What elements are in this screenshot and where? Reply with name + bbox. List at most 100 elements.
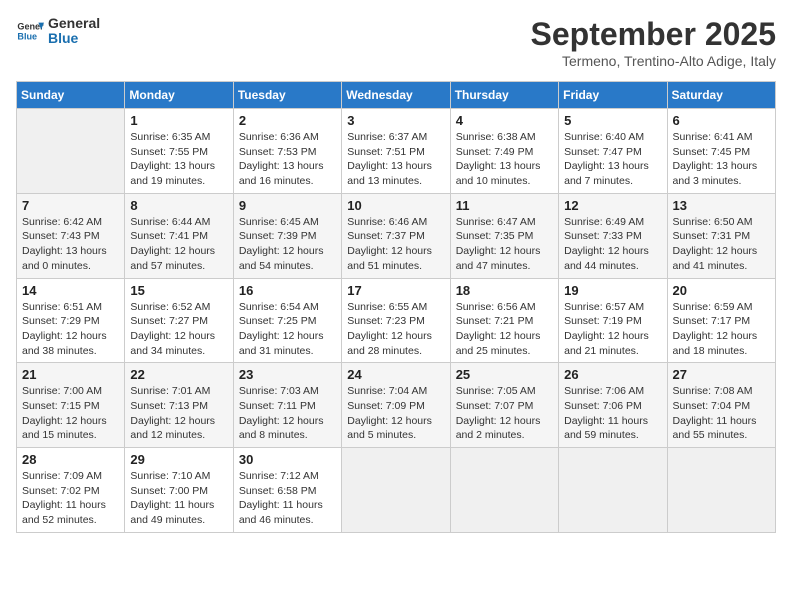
calendar-cell: 15 Sunrise: 6:52 AM Sunset: 7:27 PM Dayli… [125, 278, 233, 363]
day-info: Sunrise: 6:45 AM Sunset: 7:39 PM Dayligh… [239, 215, 336, 274]
calendar-cell: 12 Sunrise: 6:49 AM Sunset: 7:33 PM Dayli… [559, 193, 667, 278]
calendar-cell: 16 Sunrise: 6:54 AM Sunset: 7:25 PM Dayli… [233, 278, 341, 363]
calendar-cell [450, 448, 558, 533]
calendar-cell: 8 Sunrise: 6:44 AM Sunset: 7:41 PM Daylig… [125, 193, 233, 278]
calendar-cell: 30 Sunrise: 7:12 AM Sunset: 6:58 PM Dayli… [233, 448, 341, 533]
day-info: Sunrise: 7:03 AM Sunset: 7:11 PM Dayligh… [239, 384, 336, 443]
day-number: 3 [347, 113, 444, 128]
calendar-cell: 2Sunrise: 6:36 AM Sunset: 7:53 PM Daylig… [233, 109, 341, 194]
day-number: 26 [564, 367, 661, 382]
day-number: 4 [456, 113, 553, 128]
day-number: 30 [239, 452, 336, 467]
day-number: 7 [22, 198, 119, 213]
day-info: Sunrise: 6:49 AM Sunset: 7:33 PM Dayligh… [564, 215, 661, 274]
day-number: 29 [130, 452, 227, 467]
day-number: 24 [347, 367, 444, 382]
day-info: Sunrise: 7:00 AM Sunset: 7:15 PM Dayligh… [22, 384, 119, 443]
day-number: 21 [22, 367, 119, 382]
calendar-cell [559, 448, 667, 533]
calendar-cell: 10 Sunrise: 6:46 AM Sunset: 7:37 PM Dayli… [342, 193, 450, 278]
calendar-cell: 6Sunrise: 6:41 AM Sunset: 7:45 PM Daylig… [667, 109, 775, 194]
calendar-cell: 4 Sunrise: 6:38 AM Sunset: 7:49 PM Daylig… [450, 109, 558, 194]
calendar-cell: 3 Sunrise: 6:37 AM Sunset: 7:51 PM Daylig… [342, 109, 450, 194]
calendar-cell: 29 Sunrise: 7:10 AM Sunset: 7:00 PM Dayli… [125, 448, 233, 533]
logo: General Blue General Blue [16, 16, 100, 47]
day-info: Sunrise: 7:10 AM Sunset: 7:00 PM Dayligh… [130, 469, 227, 528]
day-number: 8 [130, 198, 227, 213]
day-header-friday: Friday [559, 82, 667, 109]
calendar-cell: 5Sunrise: 6:40 AM Sunset: 7:47 PM Daylig… [559, 109, 667, 194]
day-info: Sunrise: 6:46 AM Sunset: 7:37 PM Dayligh… [347, 215, 444, 274]
subtitle: Termeno, Trentino-Alto Adige, Italy [531, 53, 776, 69]
day-number: 16 [239, 283, 336, 298]
day-info: Sunrise: 6:59 AM Sunset: 7:17 PM Dayligh… [673, 300, 770, 359]
day-info: Sunrise: 7:12 AM Sunset: 6:58 PM Dayligh… [239, 469, 336, 528]
day-info: Sunrise: 6:56 AM Sunset: 7:21 PM Dayligh… [456, 300, 553, 359]
day-number: 1 [130, 113, 227, 128]
calendar-cell: 13Sunrise: 6:50 AM Sunset: 7:31 PM Dayli… [667, 193, 775, 278]
day-number: 17 [347, 283, 444, 298]
day-header-saturday: Saturday [667, 82, 775, 109]
month-title: September 2025 [531, 16, 776, 53]
day-number: 2 [239, 113, 336, 128]
calendar-week-1: 7 Sunrise: 6:42 AM Sunset: 7:43 PM Daylig… [17, 193, 776, 278]
day-number: 12 [564, 198, 661, 213]
calendar-cell: 1 Sunrise: 6:35 AM Sunset: 7:55 PM Daylig… [125, 109, 233, 194]
calendar-cell: 27Sunrise: 7:08 AM Sunset: 7:04 PM Dayli… [667, 363, 775, 448]
day-number: 11 [456, 198, 553, 213]
day-info: Sunrise: 6:37 AM Sunset: 7:51 PM Dayligh… [347, 130, 444, 189]
day-info: Sunrise: 6:35 AM Sunset: 7:55 PM Dayligh… [130, 130, 227, 189]
day-number: 6 [673, 113, 770, 128]
calendar-week-3: 21 Sunrise: 7:00 AM Sunset: 7:15 PM Dayli… [17, 363, 776, 448]
day-info: Sunrise: 6:38 AM Sunset: 7:49 PM Dayligh… [456, 130, 553, 189]
day-info: Sunrise: 7:06 AM Sunset: 7:06 PM Dayligh… [564, 384, 661, 443]
day-header-monday: Monday [125, 82, 233, 109]
day-number: 28 [22, 452, 119, 467]
calendar-cell: 25Sunrise: 7:05 AM Sunset: 7:07 PM Dayli… [450, 363, 558, 448]
day-info: Sunrise: 6:42 AM Sunset: 7:43 PM Dayligh… [22, 215, 119, 274]
calendar-table: SundayMondayTuesdayWednesdayThursdayFrid… [16, 81, 776, 533]
calendar-cell: 19Sunrise: 6:57 AM Sunset: 7:19 PM Dayli… [559, 278, 667, 363]
day-header-tuesday: Tuesday [233, 82, 341, 109]
calendar-cell: 23 Sunrise: 7:03 AM Sunset: 7:11 PM Dayli… [233, 363, 341, 448]
day-info: Sunrise: 6:55 AM Sunset: 7:23 PM Dayligh… [347, 300, 444, 359]
day-header-sunday: Sunday [17, 82, 125, 109]
logo-text-general: General [48, 16, 100, 31]
calendar-cell: 20 Sunrise: 6:59 AM Sunset: 7:17 PM Dayli… [667, 278, 775, 363]
day-info: Sunrise: 6:40 AM Sunset: 7:47 PM Dayligh… [564, 130, 661, 189]
day-number: 10 [347, 198, 444, 213]
calendar-cell [667, 448, 775, 533]
day-info: Sunrise: 7:04 AM Sunset: 7:09 PM Dayligh… [347, 384, 444, 443]
calendar-cell: 28Sunrise: 7:09 AM Sunset: 7:02 PM Dayli… [17, 448, 125, 533]
day-info: Sunrise: 6:52 AM Sunset: 7:27 PM Dayligh… [130, 300, 227, 359]
day-info: Sunrise: 6:47 AM Sunset: 7:35 PM Dayligh… [456, 215, 553, 274]
calendar-cell [342, 448, 450, 533]
calendar-week-0: 1 Sunrise: 6:35 AM Sunset: 7:55 PM Daylig… [17, 109, 776, 194]
day-info: Sunrise: 6:57 AM Sunset: 7:19 PM Dayligh… [564, 300, 661, 359]
logo-text-blue: Blue [48, 31, 100, 46]
day-header-wednesday: Wednesday [342, 82, 450, 109]
day-number: 14 [22, 283, 119, 298]
day-number: 20 [673, 283, 770, 298]
calendar-cell: 14Sunrise: 6:51 AM Sunset: 7:29 PM Dayli… [17, 278, 125, 363]
header: General Blue General Blue September 2025… [16, 16, 776, 69]
calendar-week-4: 28Sunrise: 7:09 AM Sunset: 7:02 PM Dayli… [17, 448, 776, 533]
calendar-cell: 21 Sunrise: 7:00 AM Sunset: 7:15 PM Dayli… [17, 363, 125, 448]
calendar-cell: 24 Sunrise: 7:04 AM Sunset: 7:09 PM Dayli… [342, 363, 450, 448]
day-number: 23 [239, 367, 336, 382]
day-info: Sunrise: 6:44 AM Sunset: 7:41 PM Dayligh… [130, 215, 227, 274]
day-number: 22 [130, 367, 227, 382]
calendar-cell: 22Sunrise: 7:01 AM Sunset: 7:13 PM Dayli… [125, 363, 233, 448]
day-number: 9 [239, 198, 336, 213]
calendar-cell: 18Sunrise: 6:56 AM Sunset: 7:21 PM Dayli… [450, 278, 558, 363]
logo-icon: General Blue [16, 17, 44, 45]
day-header-thursday: Thursday [450, 82, 558, 109]
calendar-week-2: 14Sunrise: 6:51 AM Sunset: 7:29 PM Dayli… [17, 278, 776, 363]
day-number: 13 [673, 198, 770, 213]
calendar-cell: 11 Sunrise: 6:47 AM Sunset: 7:35 PM Dayli… [450, 193, 558, 278]
day-info: Sunrise: 7:08 AM Sunset: 7:04 PM Dayligh… [673, 384, 770, 443]
calendar-cell: 17 Sunrise: 6:55 AM Sunset: 7:23 PM Dayli… [342, 278, 450, 363]
calendar-cell: 26 Sunrise: 7:06 AM Sunset: 7:06 PM Dayli… [559, 363, 667, 448]
day-info: Sunrise: 6:54 AM Sunset: 7:25 PM Dayligh… [239, 300, 336, 359]
day-number: 15 [130, 283, 227, 298]
